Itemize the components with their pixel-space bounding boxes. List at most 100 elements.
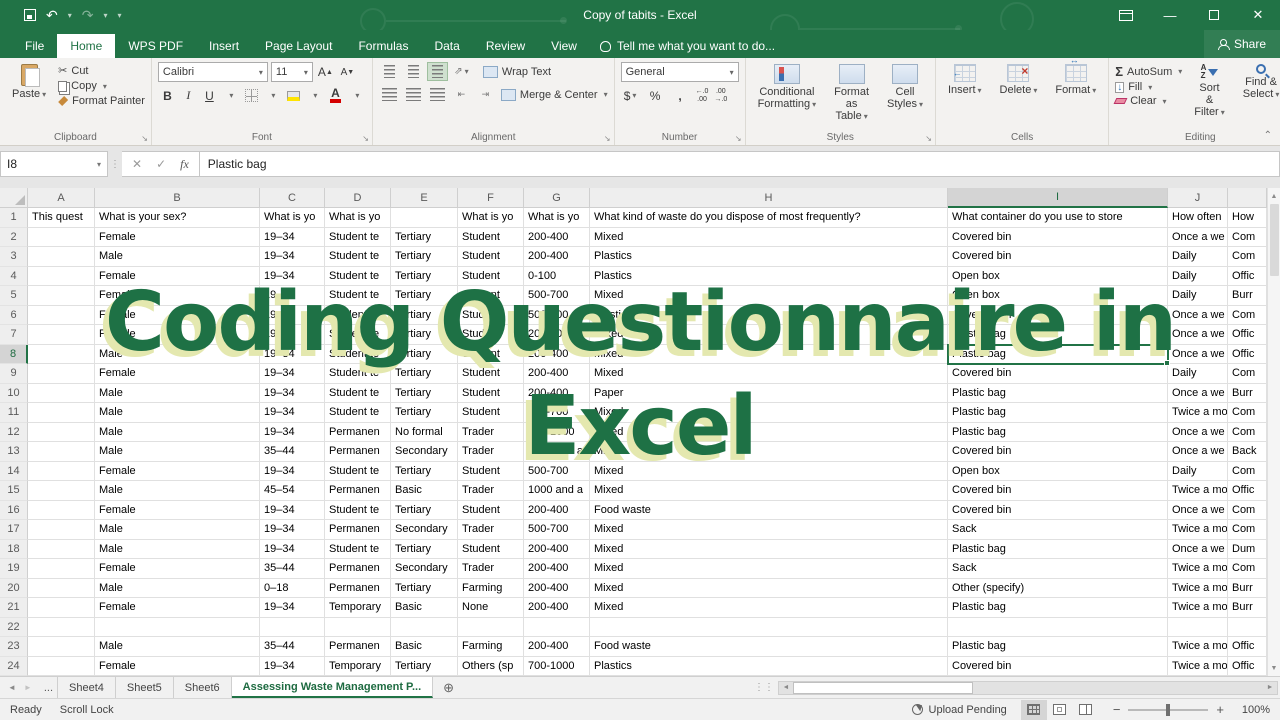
cell-K11[interactable]: Com (1228, 403, 1267, 423)
cell-I12[interactable]: Plastic bag (948, 422, 1168, 442)
cell-E4[interactable]: Tertiary (391, 266, 458, 286)
cell-K23[interactable]: Offic (1228, 637, 1267, 657)
cell-C4[interactable]: 19–34 (260, 266, 325, 286)
cell-A18[interactable] (28, 539, 95, 559)
cell-D13[interactable]: Permanen (325, 442, 391, 462)
cell-H8[interactable]: Mixed (590, 344, 948, 364)
cell-G20[interactable]: 200-400 (524, 578, 590, 598)
clipboard-dialog-launcher-icon[interactable]: ↘ (141, 134, 148, 143)
cell-J2[interactable]: Once a we (1168, 227, 1228, 247)
cell-K15[interactable]: Offic (1228, 481, 1267, 501)
cell-K3[interactable]: Com (1228, 247, 1267, 267)
sheet-tab-active[interactable]: Assessing Waste Management P... (231, 677, 434, 698)
cell-I24[interactable]: Covered bin (948, 656, 1168, 676)
scroll-up-icon[interactable]: ▲ (1268, 188, 1280, 204)
font-dialog-launcher-icon[interactable]: ↘ (362, 134, 369, 143)
copy-button[interactable]: Copy (58, 80, 145, 92)
cell-B2[interactable]: Female (95, 227, 260, 247)
ribbon-display-options-button[interactable] (1104, 0, 1148, 30)
tab-home[interactable]: Home (57, 34, 116, 58)
cell-G8[interactable]: 200-400 (524, 344, 590, 364)
upload-pending-button[interactable]: Upload Pending (911, 704, 1007, 716)
row-header-22[interactable]: 22 (0, 617, 28, 637)
cell-F21[interactable]: None (458, 598, 524, 618)
align-center-button[interactable] (403, 85, 424, 104)
row-header-5[interactable]: 5 (0, 286, 28, 306)
delete-cells-button[interactable]: Delete (994, 62, 1044, 129)
cell-G16[interactable]: 200-400 (524, 500, 590, 520)
cell-J23[interactable]: Twice a mo (1168, 637, 1228, 657)
cell-C13[interactable]: 35–44 (260, 442, 325, 462)
tab-view[interactable]: View (538, 34, 590, 58)
sort-filter-button[interactable]: AZ Sort & Filter (1188, 62, 1230, 129)
format-painter-button[interactable]: Format Painter (58, 95, 145, 107)
cell-C1[interactable]: What is yo (260, 208, 325, 228)
sheet-next-icon[interactable]: ► (24, 683, 32, 692)
cell-H6[interactable]: Plastics (590, 305, 948, 325)
cell-A2[interactable] (28, 227, 95, 247)
cell-G18[interactable]: 200-400 (524, 539, 590, 559)
cell-K14[interactable]: Com (1228, 461, 1267, 481)
cell-E6[interactable]: Tertiary (391, 305, 458, 325)
align-left-button[interactable] (379, 85, 400, 104)
save-icon[interactable] (24, 9, 36, 21)
cell-K6[interactable]: Com (1228, 305, 1267, 325)
zoom-out-icon[interactable]: − (1113, 702, 1121, 717)
cell-C5[interactable]: 19–34 (260, 286, 325, 306)
cell-C6[interactable]: 19–34 (260, 305, 325, 325)
cell-C11[interactable]: 19–34 (260, 403, 325, 423)
cell-I22[interactable] (948, 617, 1168, 637)
cell-K7[interactable]: Offic (1228, 325, 1267, 345)
cell-J19[interactable]: Twice a mo (1168, 559, 1228, 579)
row-header-18[interactable]: 18 (0, 539, 28, 559)
cell-H18[interactable]: Mixed (590, 539, 948, 559)
cell-D8[interactable]: Student te (325, 344, 391, 364)
cell-F2[interactable]: Student (458, 227, 524, 247)
row-header-1[interactable]: 1 (0, 208, 28, 228)
cell-A12[interactable] (28, 422, 95, 442)
cell-J4[interactable]: Daily (1168, 266, 1228, 286)
column-header-F[interactable]: F (458, 188, 524, 208)
cell-I1[interactable]: What container do you use to store (948, 208, 1168, 228)
cell-K12[interactable]: Com (1228, 422, 1267, 442)
cell-G9[interactable]: 200-400 (524, 364, 590, 384)
insert-cells-button[interactable]: Insert (942, 62, 988, 129)
column-header-C[interactable]: C (260, 188, 325, 208)
number-dialog-launcher-icon[interactable]: ↘ (735, 134, 742, 143)
cell-C21[interactable]: 19–34 (260, 598, 325, 618)
cell-I14[interactable]: Open box (948, 461, 1168, 481)
cell-I10[interactable]: Plastic bag (948, 383, 1168, 403)
format-cells-button[interactable]: Format (1049, 55, 1102, 129)
cell-D2[interactable]: Student te (325, 227, 391, 247)
cell-G10[interactable]: 200-400 (524, 383, 590, 403)
cell-G12[interactable]: 700-1000 (524, 422, 590, 442)
tab-review[interactable]: Review (473, 34, 538, 58)
align-top-button[interactable] (379, 62, 400, 81)
cell-I4[interactable]: Open box (948, 266, 1168, 286)
cell-J1[interactable]: How often (1168, 208, 1228, 228)
underline-caret[interactable] (221, 86, 240, 105)
cell-A19[interactable] (28, 559, 95, 579)
cell-C17[interactable]: 19–34 (260, 520, 325, 540)
cell-J11[interactable]: Twice a mo (1168, 403, 1228, 423)
cell-D14[interactable]: Student te (325, 461, 391, 481)
cell-F12[interactable]: Trader (458, 422, 524, 442)
cell-F10[interactable]: Student (458, 383, 524, 403)
cell-D16[interactable]: Student te (325, 500, 391, 520)
cell-H17[interactable]: Mixed (590, 520, 948, 540)
cell-K5[interactable]: Burr (1228, 286, 1267, 306)
cell-D9[interactable]: Student te (325, 364, 391, 384)
row-header-4[interactable]: 4 (0, 266, 28, 286)
cell-J15[interactable]: Twice a mo (1168, 481, 1228, 501)
cell-C20[interactable]: 0–18 (260, 578, 325, 598)
cell-C8[interactable]: 19–34 (260, 344, 325, 364)
wrap-text-button[interactable]: Wrap Text (482, 65, 551, 78)
cell-E20[interactable]: Tertiary (391, 578, 458, 598)
vertical-scrollbar[interactable]: ▲ ▼ (1267, 188, 1280, 676)
cell-G2[interactable]: 200-400 (524, 227, 590, 247)
underline-button[interactable]: U (200, 86, 219, 105)
fill-color-button[interactable] (284, 86, 303, 105)
cell-H11[interactable]: Mixed (590, 403, 948, 423)
cell-G13[interactable]: 1000 and a (524, 442, 590, 462)
row-header-20[interactable]: 20 (0, 578, 28, 598)
